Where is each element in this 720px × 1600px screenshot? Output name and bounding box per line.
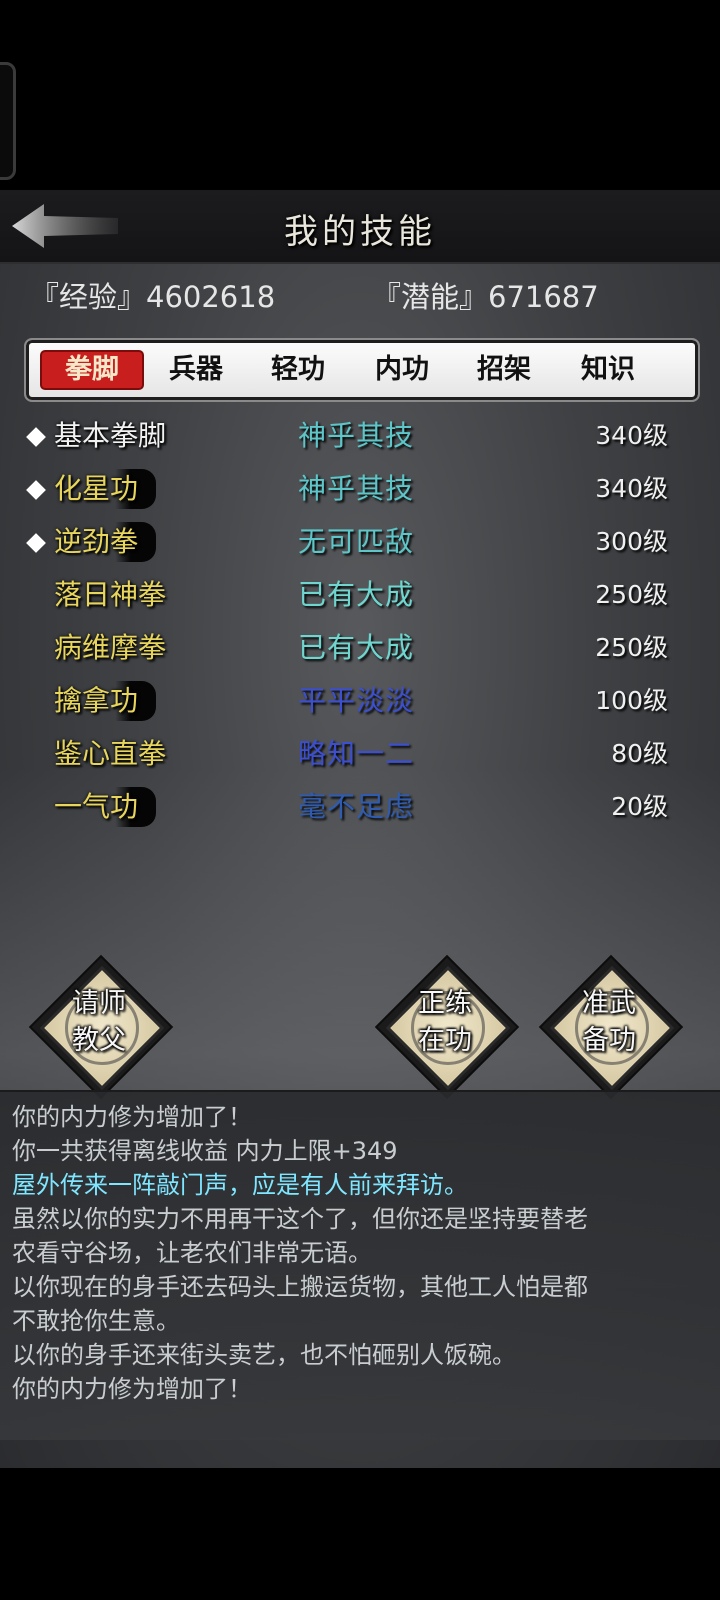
skill-level: 100级	[595, 686, 668, 715]
skill-row[interactable]: 逆劲拳 无可匹敌 300级	[0, 518, 720, 568]
skill-level: 20级	[611, 792, 668, 821]
log-line: 以你的身手还来街头卖艺，也不怕砸别人饭碗。	[12, 1341, 516, 1369]
skill-row[interactable]: 基本拳脚 神乎其技 340级	[0, 412, 720, 462]
skill-rank: 毫不足虑	[298, 790, 415, 823]
log-line: 你的内力修为增加了！	[12, 1103, 252, 1131]
skills-screen: 我的技能 『经验』4602618 『潜能』671687 拳脚 兵器 轻功 内功 …	[0, 190, 720, 1468]
teacher-button[interactable]: 请师 教父	[28, 954, 174, 1100]
skill-level: 250级	[595, 633, 668, 662]
device-edge-frame	[0, 62, 16, 180]
skill-level: 340级	[595, 421, 668, 450]
log-line: 不敢抢你生意。	[12, 1307, 180, 1335]
header-bar: 我的技能	[0, 190, 720, 264]
page-title: 我的技能	[284, 212, 436, 252]
skill-name: 基本拳脚	[54, 419, 167, 452]
equipped-marker-icon	[26, 427, 46, 447]
skill-rank: 神乎其技	[298, 419, 415, 452]
skill-name: 病维摩拳	[54, 631, 167, 664]
log-line-highlight: 屋外传来一阵敲门声，应是有人前来拜访。	[12, 1171, 468, 1199]
prepare-button[interactable]: 准武 备功	[538, 954, 684, 1100]
skill-name: 逆劲拳	[54, 522, 157, 562]
skill-rank: 已有大成	[298, 578, 415, 611]
skill-level: 250级	[595, 580, 668, 609]
log-line: 虽然以你的实力不用再干这个了，但你还是坚持要替老	[12, 1205, 588, 1233]
skill-row[interactable]: 一气功 毫不足虑 20级	[0, 783, 720, 833]
tab-qinggong[interactable]: 轻功	[248, 352, 348, 388]
skill-rank: 略知一二	[298, 737, 415, 770]
prepare-button-label: 准武 备功	[582, 988, 636, 1056]
equipped-marker-icon	[26, 480, 46, 500]
skill-name: 落日神拳	[54, 578, 167, 611]
tab-zhaojia[interactable]: 招架	[454, 352, 554, 388]
skill-level: 80级	[611, 739, 668, 768]
skill-rank: 已有大成	[298, 631, 415, 664]
message-log[interactable]: 你的内力修为增加了！ 你一共获得离线收益 内力上限+349 屋外传来一阵敲门声，…	[0, 1090, 720, 1440]
tab-zhishi[interactable]: 知识	[558, 352, 658, 388]
skill-name: 化星功	[54, 469, 157, 509]
skill-level: 340级	[595, 474, 668, 503]
teacher-button-label: 请师 教父	[72, 988, 126, 1056]
skill-row[interactable]: 鉴心直拳 略知一二 80级	[0, 730, 720, 780]
skill-rank: 神乎其技	[298, 472, 415, 505]
skill-level: 300级	[595, 527, 668, 556]
potential-value: 『潜能』671687	[372, 280, 599, 314]
skill-name: 擒拿功	[54, 681, 157, 721]
equipped-marker-icon	[26, 533, 46, 553]
skill-rank: 无可匹敌	[298, 525, 415, 558]
log-line: 你一共获得离线收益 内力上限+349	[12, 1137, 398, 1165]
skill-category-tabs: 拳脚 兵器 轻功 内功 招架 知识	[24, 338, 700, 402]
tab-quanjiao[interactable]: 拳脚	[42, 352, 142, 388]
skill-rank: 平平淡淡	[298, 684, 415, 717]
skill-row[interactable]: 病维摩拳 已有大成 250级	[0, 624, 720, 674]
log-line: 以你现在的身手还去码头上搬运货物，其他工人怕是都	[12, 1273, 588, 1301]
skill-row[interactable]: 落日神拳 已有大成 250级	[0, 571, 720, 621]
tab-bingqi[interactable]: 兵器	[146, 352, 246, 388]
practice-button-label: 正练 在功	[418, 988, 472, 1056]
skill-row[interactable]: 擒拿功 平平淡淡 100级	[0, 677, 720, 727]
log-line: 农看守谷场，让老农们非常无语。	[12, 1239, 372, 1267]
tab-neigong[interactable]: 内功	[352, 352, 452, 388]
log-line: 你的内力修为增加了！	[12, 1375, 252, 1403]
skill-name: 鉴心直拳	[54, 737, 167, 770]
practice-button[interactable]: 正练 在功	[374, 954, 520, 1100]
stats-bar: 『经验』4602618 『潜能』671687	[0, 274, 720, 314]
experience-value: 『经验』4602618	[30, 280, 276, 314]
skill-row[interactable]: 化星功 神乎其技 340级	[0, 465, 720, 515]
skill-name: 一气功	[54, 787, 157, 827]
